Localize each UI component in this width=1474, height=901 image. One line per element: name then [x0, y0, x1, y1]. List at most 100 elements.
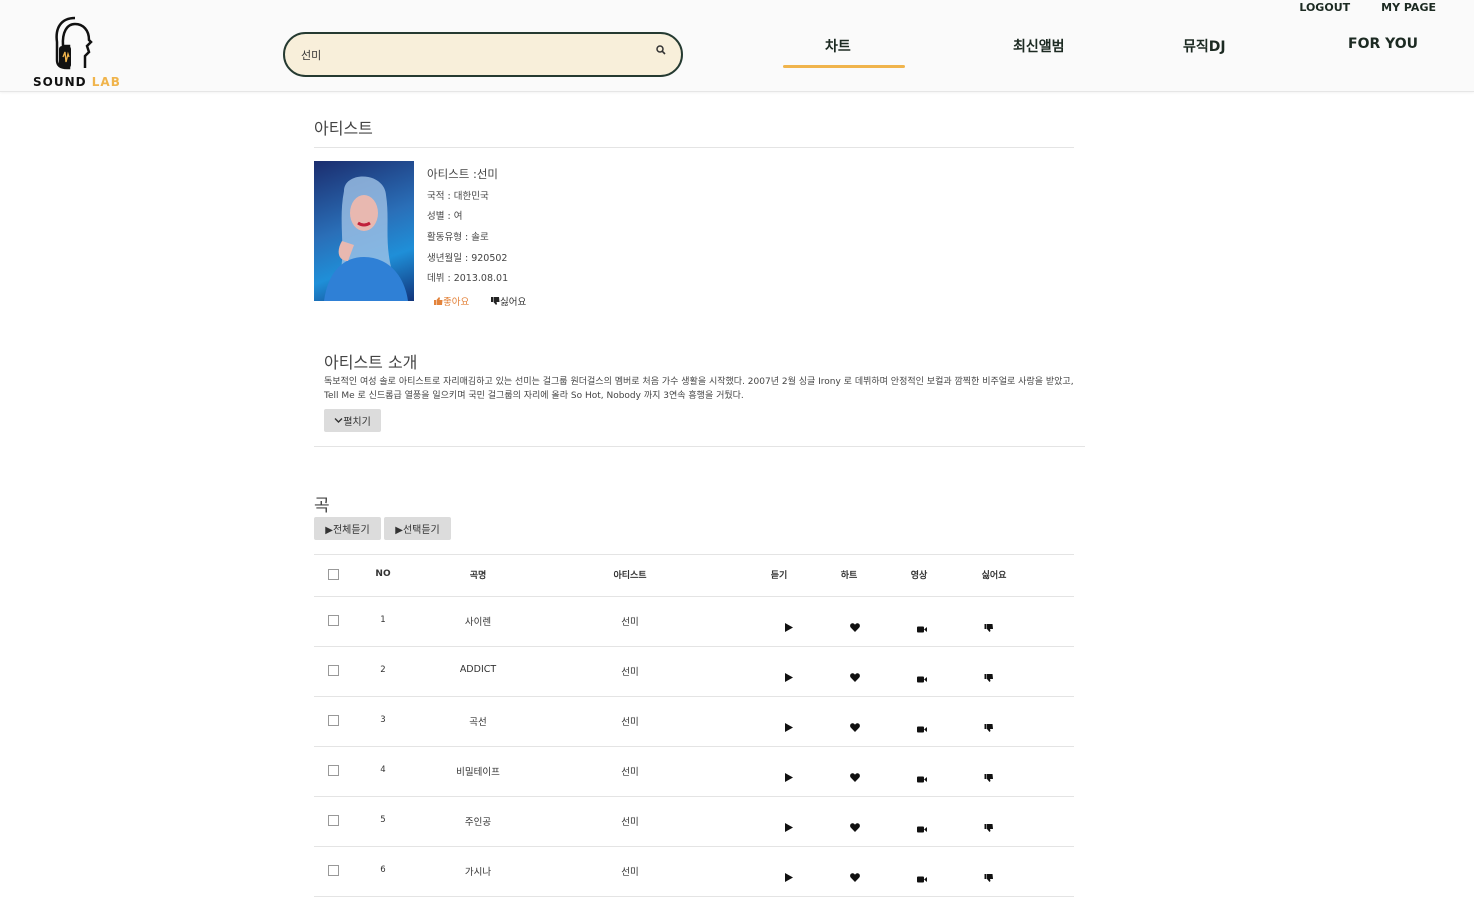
header: SOUND LAB LOGOUT MY PAGE 차트 최신앨범 뮤직DJ FO…	[0, 0, 1474, 92]
col-heart: 하트	[840, 571, 858, 581]
song-no: 5	[380, 815, 386, 825]
table-header-border	[314, 596, 1074, 597]
song-no: 1	[380, 615, 386, 625]
thumbs-down-icon[interactable]	[984, 617, 994, 636]
play-icon[interactable]	[785, 817, 793, 836]
divider	[314, 446, 1085, 447]
chevron-down-icon	[334, 418, 343, 423]
expand-button[interactable]: 펼치기	[324, 409, 381, 432]
col-artist: 아티스트	[613, 571, 647, 581]
logo-text: SOUND LAB	[33, 75, 121, 89]
song-no: 6	[380, 865, 386, 875]
heart-icon[interactable]	[850, 617, 860, 636]
like-label: 좋아요	[443, 297, 470, 308]
row-divider	[314, 846, 1074, 847]
thumbs-down-icon[interactable]	[984, 867, 994, 886]
song-artist[interactable]: 선미	[621, 864, 638, 878]
artist-section-title: 아티스트	[314, 119, 373, 138]
search-box	[283, 32, 683, 77]
select-all-checkbox[interactable]	[328, 569, 339, 580]
video-icon[interactable]	[917, 818, 927, 837]
artist-debut: 데뷔 : 2013.08.01	[427, 273, 509, 284]
nav-for-you[interactable]: FOR YOU	[1348, 36, 1418, 52]
dislike-label: 싫어요	[500, 297, 527, 308]
song-artist[interactable]: 선미	[621, 814, 638, 828]
thumbs-up-icon	[434, 297, 443, 305]
play-all-button[interactable]: ▶전체듣기	[314, 517, 381, 540]
heart-icon[interactable]	[850, 767, 860, 786]
artist-name: 아티스트 :선미	[427, 167, 499, 181]
intro-text: 독보적인 여성 솔로 아티스트로 자리매김하고 있는 선미는 걸그룹 원더걸스의…	[324, 377, 1074, 401]
song-title[interactable]: 곡선	[469, 714, 486, 728]
song-checkbox[interactable]	[328, 815, 339, 826]
play-icon[interactable]	[785, 667, 793, 686]
row-divider	[314, 746, 1074, 747]
songs-title: 곡	[314, 496, 330, 516]
song-checkbox[interactable]	[328, 765, 339, 776]
row-divider	[314, 646, 1074, 647]
song-title[interactable]: ADDICT	[460, 664, 496, 675]
song-checkbox[interactable]	[328, 715, 339, 726]
row-divider	[314, 896, 1074, 897]
song-artist[interactable]: 선미	[621, 614, 638, 628]
thumbs-down-icon[interactable]	[984, 817, 994, 836]
play-icon[interactable]	[785, 717, 793, 736]
row-divider	[314, 796, 1074, 797]
thumbs-down-icon	[491, 297, 500, 305]
heart-icon[interactable]	[850, 667, 860, 686]
nav-chart[interactable]: 차트	[825, 36, 851, 56]
col-no: NO	[375, 569, 391, 579]
video-icon[interactable]	[917, 668, 927, 687]
mypage-link[interactable]: MY PAGE	[1381, 1, 1436, 14]
nav-active-indicator	[783, 65, 905, 68]
artist-like-button[interactable]: 좋아요	[434, 294, 469, 308]
song-checkbox[interactable]	[328, 665, 339, 676]
search-icon[interactable]	[656, 45, 666, 55]
artist-gender: 성별 : 여	[427, 211, 463, 222]
video-icon[interactable]	[917, 718, 927, 737]
play-icon[interactable]	[785, 867, 793, 886]
thumbs-down-icon[interactable]	[984, 667, 994, 686]
song-title[interactable]: 가시나	[465, 864, 491, 878]
expand-label: 펼치기	[343, 417, 371, 428]
headphones-logo-icon	[55, 16, 93, 70]
song-artist[interactable]: 선미	[621, 714, 638, 728]
song-artist[interactable]: 선미	[621, 764, 638, 778]
heart-icon[interactable]	[850, 817, 860, 836]
artist-type: 활동유형 : 솔로	[427, 232, 489, 243]
song-checkbox[interactable]	[328, 865, 339, 876]
song-no: 2	[380, 665, 386, 675]
table-top-border	[314, 554, 1074, 555]
song-artist[interactable]: 선미	[621, 664, 638, 678]
nav-music-dj[interactable]: 뮤직DJ	[1183, 36, 1226, 56]
intro-title: 아티스트 소개	[324, 353, 418, 372]
video-icon[interactable]	[917, 868, 927, 887]
logo[interactable]: SOUND LAB	[33, 16, 120, 90]
artist-photo	[314, 161, 414, 301]
heart-icon[interactable]	[850, 717, 860, 736]
search-input[interactable]	[301, 46, 641, 64]
artist-nationality: 국적 : 대한민국	[427, 191, 489, 202]
col-video: 영상	[910, 571, 928, 581]
nav-latest-album[interactable]: 최신앨범	[1013, 36, 1065, 56]
artist-dislike-button[interactable]: 싫어요	[491, 294, 526, 308]
song-title[interactable]: 사이렌	[465, 614, 491, 628]
song-title[interactable]: 주인공	[465, 814, 491, 828]
play-icon[interactable]	[785, 617, 793, 636]
song-no: 3	[380, 715, 386, 725]
video-icon[interactable]	[917, 618, 927, 637]
song-checkbox[interactable]	[328, 615, 339, 626]
heart-icon[interactable]	[850, 867, 860, 886]
col-dislike: 싫어요	[981, 571, 1007, 581]
logout-link[interactable]: LOGOUT	[1299, 1, 1350, 14]
top-links: LOGOUT MY PAGE	[1299, 1, 1436, 14]
thumbs-down-icon[interactable]	[984, 717, 994, 736]
song-title[interactable]: 비밀테이프	[456, 764, 500, 778]
video-icon[interactable]	[917, 768, 927, 787]
col-title: 곡명	[469, 571, 487, 581]
divider	[314, 147, 1074, 148]
play-icon[interactable]	[785, 767, 793, 786]
thumbs-down-icon[interactable]	[984, 767, 994, 786]
col-listen: 듣기	[770, 571, 788, 581]
play-selected-button[interactable]: ▶선택듣기	[384, 517, 451, 540]
